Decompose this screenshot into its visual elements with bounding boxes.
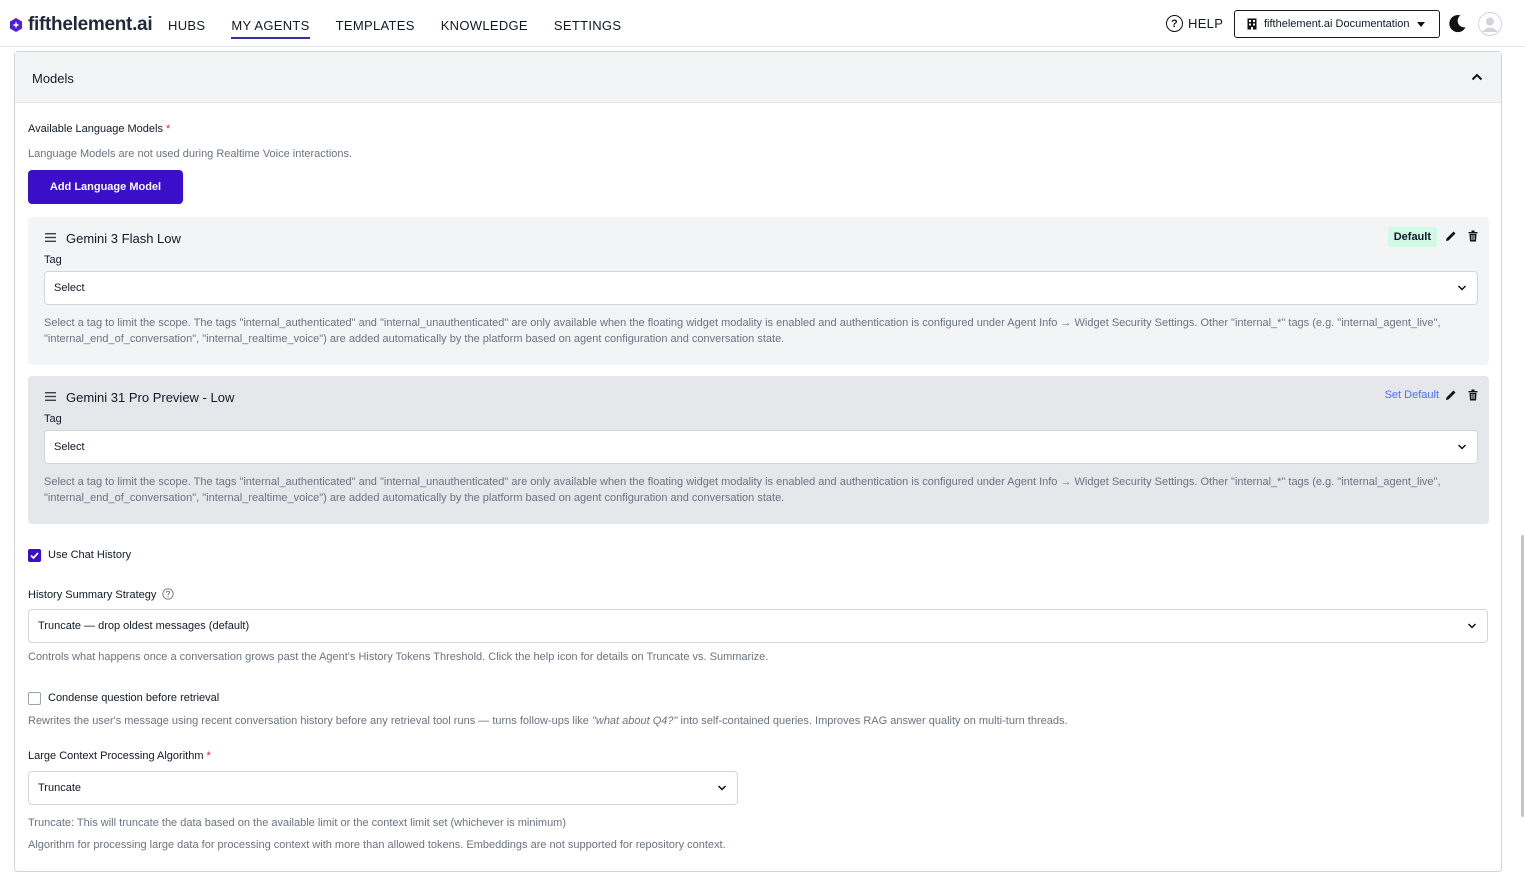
chevron-down-icon xyxy=(1457,285,1467,291)
nav-settings[interactable]: SETTINGS xyxy=(554,18,621,39)
condense-help-prefix: Rewrites the user's message using recent… xyxy=(28,715,592,727)
history-summary-select[interactable]: Truncate — drop oldest messages (default… xyxy=(28,609,1488,643)
main-nav: HUBS MY AGENTS TEMPLATES KNOWLEDGE SETTI… xyxy=(168,18,647,39)
history-summary-label: History Summary Strategy xyxy=(28,588,175,601)
required-mark: * xyxy=(206,750,211,762)
scrollbar-thumb[interactable] xyxy=(1521,535,1524,817)
help-link[interactable]: ? HELP xyxy=(1166,15,1223,32)
building-icon xyxy=(1247,18,1257,30)
top-navigation-bar: fifthelement.ai HUBS MY AGENTS TEMPLATES… xyxy=(0,0,1525,47)
chevron-up-icon[interactable] xyxy=(1471,71,1483,83)
checkmark-icon xyxy=(30,552,39,560)
model-card: Gemini 31 Pro Preview - Low Set Default … xyxy=(28,376,1489,524)
nav-templates[interactable]: TEMPLATES xyxy=(336,18,415,39)
documentation-dropdown[interactable]: fifthelement.ai Documentation xyxy=(1234,10,1440,38)
tag-select-value: Select xyxy=(54,441,85,453)
pencil-icon[interactable] xyxy=(1445,230,1457,242)
available-models-label: Available Language Models * xyxy=(28,123,170,135)
add-language-model-button[interactable]: Add Language Model xyxy=(28,170,183,204)
required-mark: * xyxy=(166,123,171,135)
set-default-link[interactable]: Set Default xyxy=(1385,389,1439,401)
condense-question-help: Rewrites the user's message using recent… xyxy=(28,713,1068,729)
nav-hubs[interactable]: HUBS xyxy=(168,18,205,39)
trash-icon[interactable] xyxy=(1467,389,1479,401)
chevron-down-icon xyxy=(1467,623,1477,629)
models-panel-header[interactable]: Models xyxy=(15,52,1501,103)
question-circle-icon: ? xyxy=(1166,15,1183,32)
trash-icon[interactable] xyxy=(1467,230,1479,242)
large-context-value: Truncate xyxy=(38,782,82,794)
large-context-help-2: Algorithm for processing large data for … xyxy=(28,839,726,851)
drag-handle-icon[interactable] xyxy=(45,233,56,242)
models-panel: Models Available Language Models * Langu… xyxy=(14,51,1502,872)
model-name: Gemini 31 Pro Preview - Low xyxy=(66,390,235,405)
brand-logo-icon xyxy=(10,18,22,32)
brand-logo[interactable]: fifthelement.ai xyxy=(8,14,153,36)
history-summary-value: Truncate — drop oldest messages (default… xyxy=(38,620,250,632)
tag-select[interactable]: Select xyxy=(44,271,1478,305)
tag-label: Tag xyxy=(44,254,62,266)
large-context-label-text: Large Context Processing Algorithm xyxy=(28,750,204,762)
use-chat-history-label[interactable]: Use Chat History xyxy=(48,549,131,561)
panel-title: Models xyxy=(32,71,74,86)
default-badge: Default xyxy=(1387,227,1437,247)
drag-handle-icon[interactable] xyxy=(45,392,56,401)
tag-label: Tag xyxy=(44,413,62,425)
user-avatar[interactable] xyxy=(1478,12,1502,36)
condense-question-label[interactable]: Condense question before retrieval xyxy=(48,692,219,704)
chevron-down-icon xyxy=(1457,444,1467,450)
condense-help-suffix: into self-contained queries. Improves RA… xyxy=(677,715,1068,727)
documentation-label: fifthelement.ai Documentation xyxy=(1264,18,1410,30)
use-chat-history-checkbox[interactable] xyxy=(28,549,41,562)
large-context-help-1: Truncate: This will truncate the data ba… xyxy=(28,817,567,829)
nav-my-agents[interactable]: MY AGENTS xyxy=(231,18,310,39)
pencil-icon[interactable] xyxy=(1445,389,1457,401)
model-name: Gemini 3 Flash Low xyxy=(66,231,181,246)
condense-help-quote: "what about Q4?" xyxy=(591,715,678,727)
chevron-down-icon xyxy=(717,785,727,791)
brand-name: fifthelement.ai xyxy=(28,14,153,35)
history-summary-label-text: History Summary Strategy xyxy=(28,589,157,601)
available-models-label-text: Available Language Models xyxy=(28,123,163,135)
tag-help-text: Select a tag to limit the scope. The tag… xyxy=(44,476,1441,504)
large-context-label: Large Context Processing Algorithm * xyxy=(28,750,211,762)
condense-question-checkbox[interactable] xyxy=(28,692,41,705)
history-summary-help: Controls what happens once a conversatio… xyxy=(28,651,769,663)
tag-select[interactable]: Select xyxy=(44,430,1478,464)
large-context-select[interactable]: Truncate xyxy=(28,771,738,805)
tag-help-text: Select a tag to limit the scope. The tag… xyxy=(44,317,1441,345)
dark-mode-moon-icon[interactable] xyxy=(1448,14,1467,33)
question-circle-icon[interactable] xyxy=(162,588,175,600)
user-avatar-icon xyxy=(1478,12,1502,36)
available-models-help: Language Models are not used during Real… xyxy=(28,148,353,160)
nav-knowledge[interactable]: KNOWLEDGE xyxy=(441,18,528,39)
help-label: HELP xyxy=(1188,16,1224,31)
tag-select-value: Select xyxy=(54,282,85,294)
caret-down-icon xyxy=(1416,21,1425,27)
model-card: Gemini 3 Flash Low Default Tag Select Se… xyxy=(28,217,1489,365)
